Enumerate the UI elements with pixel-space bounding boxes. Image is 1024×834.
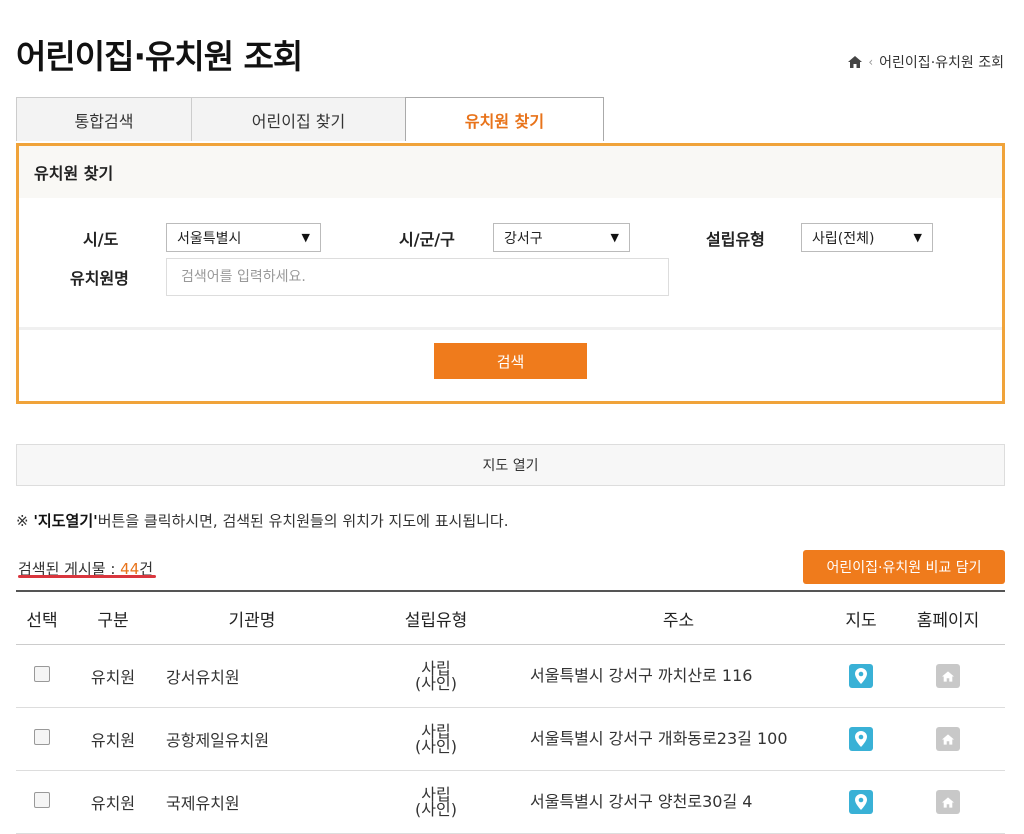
homepage-icon[interactable] xyxy=(936,664,960,688)
chevron-down-icon: ▼ xyxy=(913,231,922,244)
row-type-bottom: (사인) xyxy=(415,737,457,756)
map-notice: ※ '지도열기'버튼을 클릭하시면, 검색된 유치원들의 위치가 지도에 표시됩… xyxy=(16,510,508,531)
column-header-type: 설립유형 xyxy=(346,590,526,645)
name-search-input[interactable] xyxy=(166,258,669,296)
sido-select-value: 서울특별시 xyxy=(177,230,242,247)
search-panel: 유치원 찾기 시/도 서울특별시 ▼ 시/군/구 강서구 ▼ 설립유형 사립(전… xyxy=(16,143,1005,404)
tab-kindergarten-search[interactable]: 유치원 찾기 xyxy=(405,97,604,141)
notice-emphasis: '지도열기' xyxy=(33,512,98,530)
search-button[interactable]: 검색 xyxy=(434,343,587,379)
row-checkbox[interactable] xyxy=(34,792,50,808)
table-row: 유치원 공항제일유치원 사립 (사인) 서울특별시 강서구 개화동로23길 100 xyxy=(16,707,1005,771)
sigungu-select[interactable]: 강서구 ▼ xyxy=(493,223,630,252)
row-kind: 유치원 xyxy=(68,707,158,771)
row-checkbox[interactable] xyxy=(34,666,50,682)
row-checkbox[interactable] xyxy=(34,729,50,745)
tab-daycare-search[interactable]: 어린이집 찾기 xyxy=(191,97,406,141)
notice-prefix: ※ xyxy=(16,512,34,530)
map-pin-icon[interactable] xyxy=(849,664,873,688)
row-name[interactable]: 공항제일유치원 xyxy=(158,707,346,771)
results-table: 선택 구분 기관명 설립유형 주소 지도 홈페이지 유치원 강서유치원 사립 (사… xyxy=(16,590,1005,834)
search-tabs: 통합검색 어린이집 찾기 유치원 찾기 xyxy=(16,97,604,141)
map-pin-icon[interactable] xyxy=(849,727,873,751)
sido-label: 시/도 xyxy=(83,230,119,249)
notice-text: 버튼을 클릭하시면, 검색된 유치원들의 위치가 지도에 표시됩니다. xyxy=(97,512,509,530)
result-count-underline xyxy=(18,575,156,578)
row-kind: 유치원 xyxy=(68,644,158,708)
row-type-bottom: (사인) xyxy=(415,800,457,819)
row-type: 사립 (사인) xyxy=(346,707,526,771)
type-label: 설립유형 xyxy=(706,230,765,249)
homepage-icon[interactable] xyxy=(936,790,960,814)
sigungu-label: 시/군/구 xyxy=(399,230,455,249)
column-header-name: 기관명 xyxy=(158,590,346,645)
home-icon[interactable] xyxy=(848,56,863,68)
column-header-homepage: 홈페이지 xyxy=(891,590,1005,645)
row-type-bottom: (사인) xyxy=(415,674,457,693)
breadcrumb: ‹ 어린이집·유치원 조회 xyxy=(848,52,1004,72)
type-select[interactable]: 사립(전체) ▼ xyxy=(801,223,933,252)
compare-add-button[interactable]: 어린이집·유치원 비교 담기 xyxy=(803,550,1005,584)
map-pin-icon[interactable] xyxy=(849,790,873,814)
search-panel-heading: 유치원 찾기 xyxy=(19,146,1002,198)
table-header-row: 선택 구분 기관명 설립유형 주소 지도 홈페이지 xyxy=(16,590,1005,645)
row-name[interactable]: 국제유치원 xyxy=(158,770,346,834)
type-select-value: 사립(전체) xyxy=(812,230,875,247)
column-header-map: 지도 xyxy=(831,590,891,645)
column-header-address: 주소 xyxy=(526,590,831,645)
sido-select[interactable]: 서울특별시 ▼ xyxy=(166,223,321,252)
open-map-button[interactable]: 지도 열기 xyxy=(16,444,1005,486)
sigungu-select-value: 강서구 xyxy=(504,230,543,247)
row-address: 서울특별시 강서구 까치산로 116 xyxy=(526,644,831,708)
breadcrumb-separator: ‹ xyxy=(868,55,874,69)
row-address: 서울특별시 강서구 개화동로23길 100 xyxy=(526,707,831,771)
column-header-kind: 구분 xyxy=(68,590,158,645)
table-row: 유치원 국제유치원 사립 (사인) 서울특별시 강서구 양천로30길 4 xyxy=(16,770,1005,834)
homepage-icon[interactable] xyxy=(936,727,960,751)
page-title: 어린이집·유치원 조회 xyxy=(16,37,303,76)
column-header-select: 선택 xyxy=(16,590,68,645)
table-row: 유치원 강서유치원 사립 (사인) 서울특별시 강서구 까치산로 116 xyxy=(16,644,1005,708)
breadcrumb-current[interactable]: 어린이집·유치원 조회 xyxy=(879,52,1004,72)
chevron-down-icon: ▼ xyxy=(301,231,310,244)
tab-integrated-search[interactable]: 통합검색 xyxy=(16,97,192,141)
row-address: 서울특별시 강서구 양천로30길 4 xyxy=(526,770,831,834)
search-panel-divider xyxy=(19,327,1002,330)
row-name[interactable]: 강서유치원 xyxy=(158,644,346,708)
row-type: 사립 (사인) xyxy=(346,644,526,708)
row-kind: 유치원 xyxy=(68,770,158,834)
name-label: 유치원명 xyxy=(70,269,129,288)
row-type: 사립 (사인) xyxy=(346,770,526,834)
chevron-down-icon: ▼ xyxy=(610,231,619,244)
